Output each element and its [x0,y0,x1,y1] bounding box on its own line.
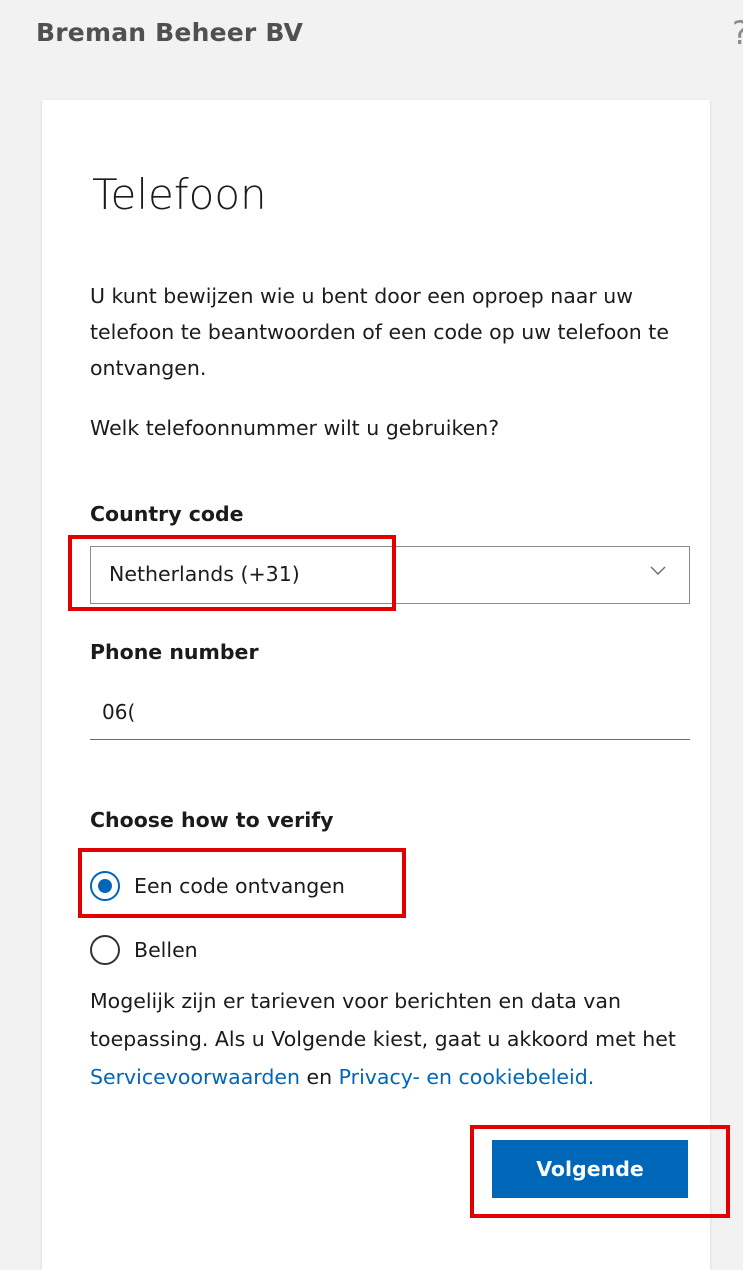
disclaimer-text: Mogelijk zijn er tarieven voor berichten… [90,989,676,1051]
chevron-down-icon [650,566,666,575]
top-bar: Breman Beheer BV ? [0,0,743,82]
radio-option-code-label: Een code ontvangen [134,874,345,898]
country-code-value: Netherlands (+31) [109,562,300,586]
privacy-cookie-link[interactable]: Privacy- en cookiebeleid. [339,1065,595,1089]
radio-option-call[interactable]: Bellen [90,930,198,970]
organization-name: Breman Beheer BV [36,18,304,47]
phone-number-input[interactable] [90,684,690,740]
disclaimer-and: en [300,1065,339,1089]
radio-option-call-label: Bellen [134,938,198,962]
phone-question: Welk telefoonnummer wilt u gebruiken? [90,416,500,440]
intro-text: U kunt bewijzen wie u bent door een opro… [90,284,669,380]
help-icon[interactable]: ? [732,14,743,52]
country-code-label: Country code [90,502,244,526]
verify-method-label: Choose how to verify [90,808,334,832]
phone-number-label: Phone number [90,640,259,664]
country-code-dropdown[interactable]: Netherlands (+31) [90,546,690,604]
radio-option-code[interactable]: Een code ontvangen [90,866,345,906]
terms-disclaimer: Mogelijk zijn er tarieven voor berichten… [90,982,690,1096]
next-button[interactable]: Volgende [492,1140,688,1198]
terms-of-service-link[interactable]: Servicevoorwaarden [90,1065,300,1089]
radio-unselected-icon[interactable] [90,935,120,965]
radio-selected-icon[interactable] [90,871,120,901]
page-title: Telefoon [92,170,267,219]
phone-verification-card: Telefoon U kunt bewijzen wie u bent door… [42,100,710,1270]
